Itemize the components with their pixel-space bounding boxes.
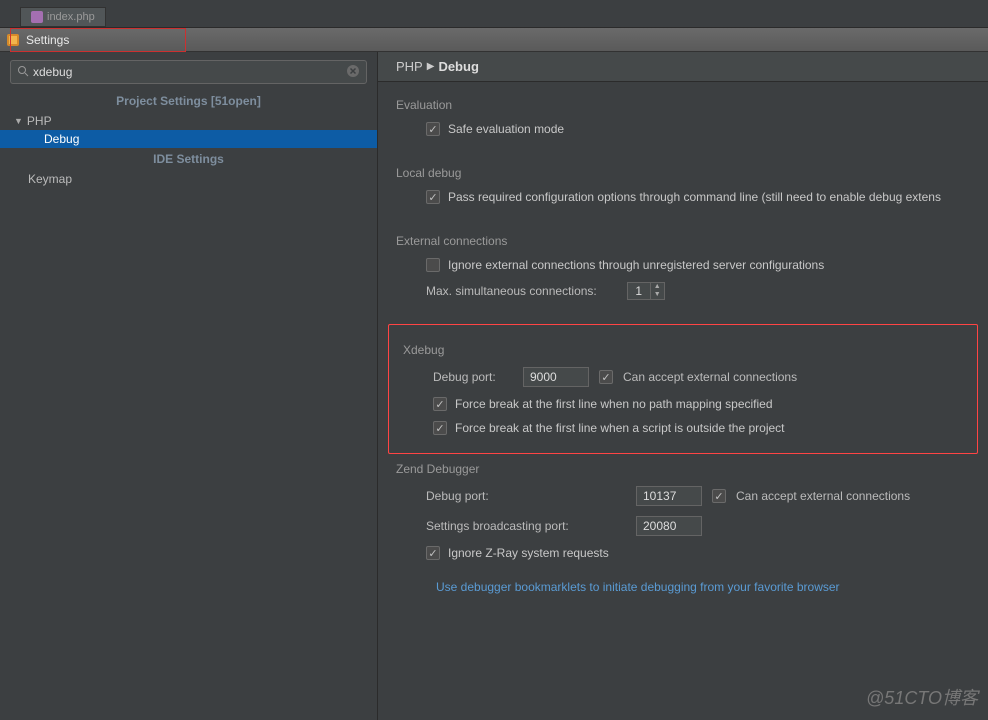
settings-content: PHP ▶ Debug Evaluation Safe evaluation m… <box>378 52 988 720</box>
search-icon <box>17 65 29 80</box>
editor-tab-index-php[interactable]: index.php <box>20 7 106 27</box>
breadcrumb-root: PHP <box>396 59 423 74</box>
link-bookmarklets-text: Use debugger bookmarklets to initiate de… <box>436 580 840 594</box>
label-force-break-2: Force break at the first line when a scr… <box>455 421 785 435</box>
spinner-value: 1 <box>628 283 650 299</box>
checkbox-ignore-external[interactable] <box>426 258 440 272</box>
tree-label-debug: Debug <box>44 132 79 146</box>
label-pass-config: Pass required configuration options thro… <box>448 190 941 204</box>
group-title-xdebug: Xdebug <box>403 343 963 357</box>
label-zend-broadcast: Settings broadcasting port: <box>426 519 626 533</box>
group-title-local-debug: Local debug <box>396 166 970 180</box>
settings-window-icon <box>6 33 20 47</box>
section-header-project: Project Settings [51open] <box>0 90 377 112</box>
breadcrumb-leaf: Debug <box>438 59 478 74</box>
watermark: @51CTO博客 <box>866 684 978 710</box>
input-zend-broadcast[interactable] <box>636 516 702 536</box>
group-title-evaluation: Evaluation <box>396 98 970 112</box>
spinner-max-conn[interactable]: 1 ▲ ▼ <box>627 282 665 300</box>
label-zend-accept: Can accept external connections <box>736 489 910 503</box>
clear-search-icon[interactable] <box>346 64 360 81</box>
checkbox-pass-config[interactable] <box>426 190 440 204</box>
tree-label-php: PHP <box>27 114 52 128</box>
group-title-external: External connections <box>396 234 970 248</box>
caret-down-icon: ▼ <box>14 116 23 126</box>
settings-sidebar: Project Settings [51open] ▼ PHP Debug ID… <box>0 52 378 720</box>
group-title-zend: Zend Debugger <box>396 462 970 476</box>
editor-tab-bar: index.php <box>0 0 988 28</box>
label-zend-port: Debug port: <box>426 489 626 503</box>
tree-node-php[interactable]: ▼ PHP <box>0 112 377 130</box>
tree-label-keymap: Keymap <box>28 172 72 186</box>
editor-tab-label: index.php <box>47 11 95 23</box>
chevron-right-icon: ▶ <box>427 61 435 72</box>
tree-node-debug[interactable]: Debug <box>0 130 377 148</box>
breadcrumb: PHP ▶ Debug <box>378 52 988 82</box>
group-xdebug: Xdebug Debug port: Can accept external c… <box>388 324 978 454</box>
checkbox-force-break-2[interactable] <box>433 421 447 435</box>
window-title: Settings <box>26 33 69 47</box>
group-local-debug: Local debug Pass required configuration … <box>378 160 988 228</box>
label-xdebug-port: Debug port: <box>433 370 513 384</box>
settings-titlebar: Settings <box>0 28 988 52</box>
label-xdebug-accept: Can accept external connections <box>623 370 797 384</box>
label-force-break-1: Force break at the first line when no pa… <box>455 397 773 411</box>
input-xdebug-port[interactable] <box>523 367 589 387</box>
group-evaluation: Evaluation Safe evaluation mode <box>378 92 988 160</box>
label-safe-evaluation: Safe evaluation mode <box>448 122 564 136</box>
settings-search[interactable] <box>10 60 367 84</box>
checkbox-zray[interactable] <box>426 546 440 560</box>
group-zend: Zend Debugger Debug port: Can accept ext… <box>378 462 988 608</box>
spinner-up-icon[interactable]: ▲ <box>651 283 664 291</box>
search-input[interactable] <box>29 65 346 79</box>
link-bookmarklets[interactable]: Use debugger bookmarklets to initiate de… <box>396 570 970 594</box>
label-ignore-external: Ignore external connections through unre… <box>448 258 824 272</box>
checkbox-xdebug-accept[interactable] <box>599 370 613 384</box>
input-zend-port[interactable] <box>636 486 702 506</box>
label-zray: Ignore Z-Ray system requests <box>448 546 609 560</box>
section-header-ide: IDE Settings <box>0 148 377 170</box>
checkbox-safe-evaluation[interactable] <box>426 122 440 136</box>
checkbox-zend-accept[interactable] <box>712 489 726 503</box>
label-max-conn: Max. simultaneous connections: <box>426 284 597 298</box>
tree-node-keymap[interactable]: Keymap <box>0 170 377 188</box>
group-external-connections: External connections Ignore external con… <box>378 228 988 324</box>
checkbox-force-break-1[interactable] <box>433 397 447 411</box>
php-file-icon <box>31 11 43 23</box>
spinner-down-icon[interactable]: ▼ <box>651 291 664 299</box>
